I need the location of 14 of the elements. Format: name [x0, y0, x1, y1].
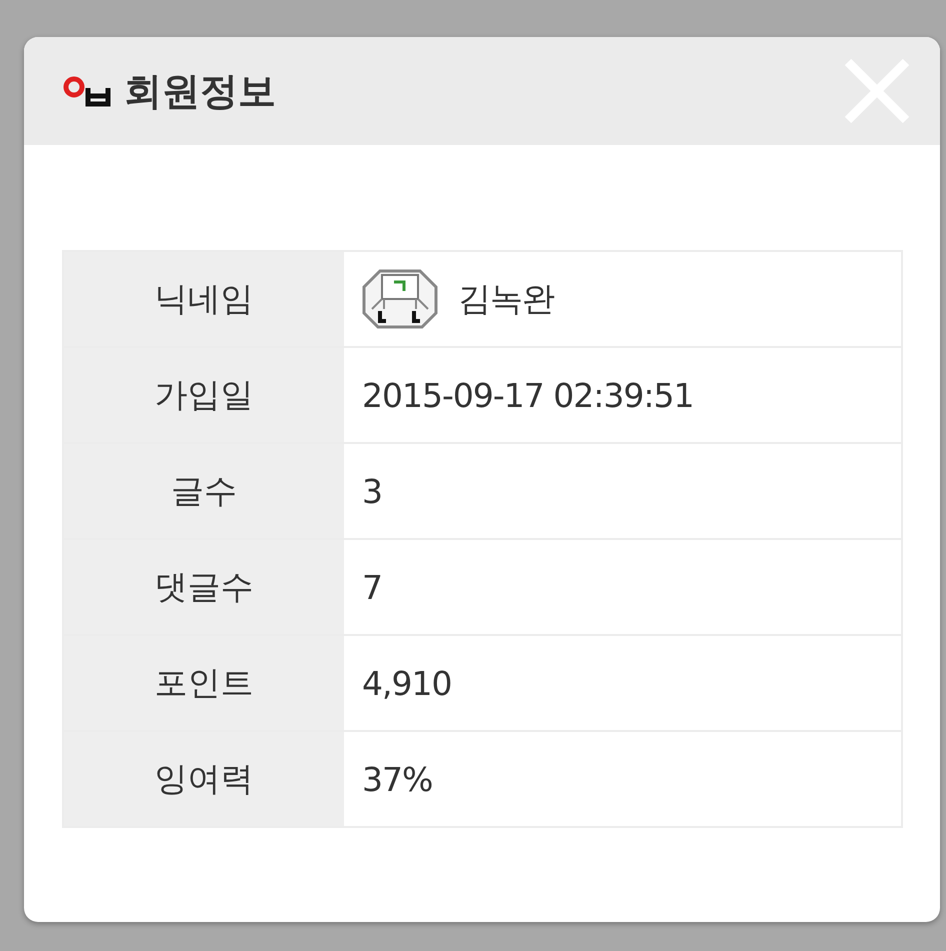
- field-value: 7: [361, 566, 383, 608]
- field-value: 37%: [361, 758, 434, 800]
- field-label: 댓글수: [64, 540, 344, 634]
- nickname: 김녹완: [458, 278, 554, 320]
- field-label: 닉네임: [64, 252, 344, 346]
- field-value: 4,910: [361, 662, 452, 704]
- field-value: 2015-09-17 02:39:51: [361, 374, 694, 416]
- field-label: 잉여력: [64, 732, 344, 826]
- avatar-icon: [362, 269, 438, 329]
- field-label: 가입일: [64, 348, 344, 442]
- field-label: 글수: [64, 444, 344, 538]
- field-label: 포인트: [64, 636, 344, 730]
- field-value: 3: [361, 470, 383, 512]
- dialog-title: 회원정보: [124, 68, 277, 114]
